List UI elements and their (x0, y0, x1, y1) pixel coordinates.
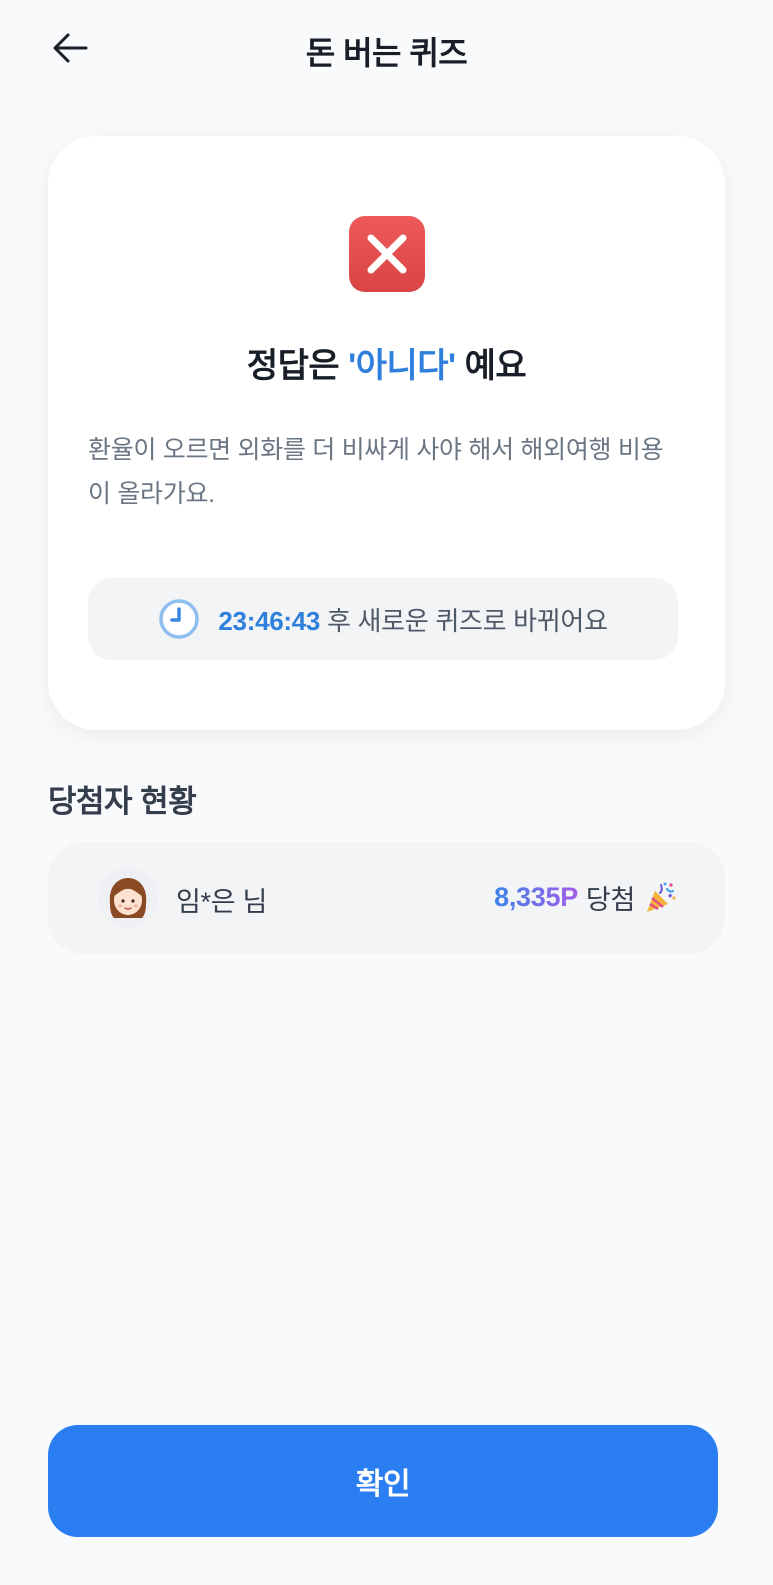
result-card: 정답은 '아니다' 예요 환율이 오르면 외화를 더 비싸게 사야 해서 해외여… (48, 136, 725, 730)
quiz-result-page: 돈 버는 퀴즈 정답은 '아니다' 예요 환율이 오르면 외화를 더 비싸게 사… (0, 0, 773, 1585)
winners-section-title: 당첨자 현황 (48, 784, 197, 819)
clock-icon (159, 599, 200, 639)
answer-title-suffix: 예요 (455, 347, 527, 385)
answer-title: 정답은 '아니다' 예요 (48, 338, 725, 387)
winner-list-item: 임*은 님 8,335P 당첨 (48, 842, 725, 954)
confirm-button[interactable]: 확인 (48, 1425, 718, 1537)
timer-text: 23:46:43 후 새로운 퀴즈로 바뀌어요 (218, 601, 608, 638)
party-popper-icon (647, 882, 676, 912)
confirm-button-label: 확인 (355, 1468, 411, 1501)
answer-title-prefix: 정답은 (246, 347, 349, 385)
girl-avatar-icon (98, 868, 158, 928)
correct-answer: '아니다' (348, 347, 456, 385)
x-mark-icon (349, 216, 425, 292)
winner-prize: 8,335P 당첨 (494, 878, 677, 917)
top-bar: 돈 버는 퀴즈 (0, 0, 773, 96)
prize-label: 당첨 (585, 885, 635, 915)
timer-suffix: 후 새로운 퀴즈로 바뀌어요 (320, 605, 608, 636)
winner-name: 임*은 님 (176, 887, 268, 917)
page-title: 돈 버는 퀴즈 (305, 35, 468, 71)
answer-explanation: 환율이 오르면 외화를 더 비싸게 사야 해서 해외여행 비용이 올라가요. (88, 436, 664, 508)
countdown-time: 23:46:43 (218, 605, 321, 636)
next-quiz-timer: 23:46:43 후 새로운 퀴즈로 바뀌어요 (88, 578, 678, 660)
prize-points: 8,335P (494, 882, 578, 912)
